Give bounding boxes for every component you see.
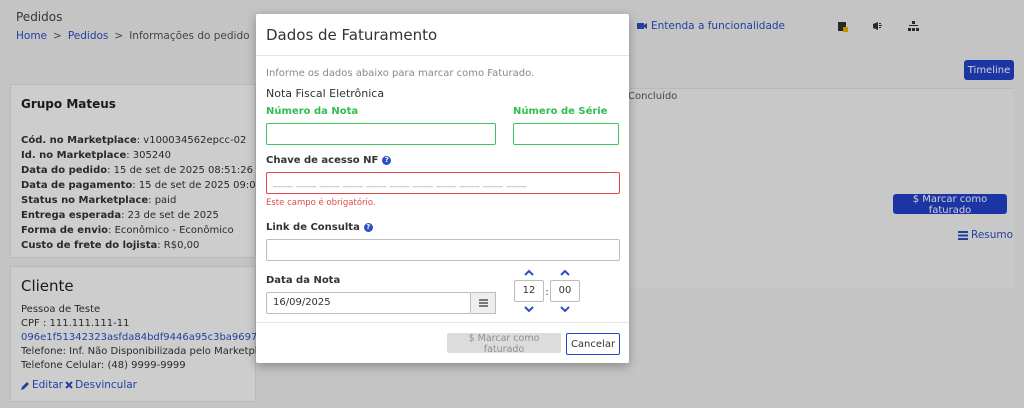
link-label-row: Link de Consulta ? xyxy=(266,222,619,233)
consult-link-input[interactable] xyxy=(266,239,620,261)
time-picker: 12 : 00 xyxy=(514,269,580,314)
serie-number-input[interactable] xyxy=(513,123,619,145)
calendar-button[interactable] xyxy=(471,292,496,314)
modal-hint: Informe os dados abaixo para marcar como… xyxy=(266,68,535,79)
minute-up-icon[interactable] xyxy=(560,269,570,276)
hour-input[interactable]: 12 xyxy=(514,280,544,302)
modal-footer: $ Marcar como faturado Cancelar xyxy=(256,322,629,363)
modal-title: Dados de Faturamento xyxy=(256,14,629,56)
section-title: Nota Fiscal Eletrônica xyxy=(266,87,385,100)
hour-down-icon[interactable] xyxy=(524,306,534,313)
billing-modal: Dados de Faturamento Informe os dados ab… xyxy=(256,14,629,363)
minute-down-icon[interactable] xyxy=(560,306,570,313)
invoice-date-input[interactable]: 16/09/2025 xyxy=(266,292,471,314)
submit-invoice-button[interactable]: $ Marcar como faturado xyxy=(447,333,561,355)
minute-input[interactable]: 00 xyxy=(550,280,580,302)
calendar-icon xyxy=(478,299,488,307)
date-label: Data da Nota xyxy=(266,275,341,286)
help-icon[interactable]: ? xyxy=(382,156,392,165)
serie-number-label: Número de Série xyxy=(513,106,608,117)
invoice-number-input[interactable] xyxy=(266,123,496,145)
access-key-input[interactable]: ____ ____ ____ ____ ____ ____ ____ ____ … xyxy=(266,172,620,194)
help-icon[interactable]: ? xyxy=(363,223,373,232)
invoice-number-label: Número da Nota xyxy=(266,106,359,117)
access-key-label-row: Chave de acesso NF ? xyxy=(266,155,619,166)
access-key-error: Este campo é obrigatório. xyxy=(266,198,376,208)
cancel-button[interactable]: Cancelar xyxy=(566,333,620,355)
hour-up-icon[interactable] xyxy=(524,269,534,276)
